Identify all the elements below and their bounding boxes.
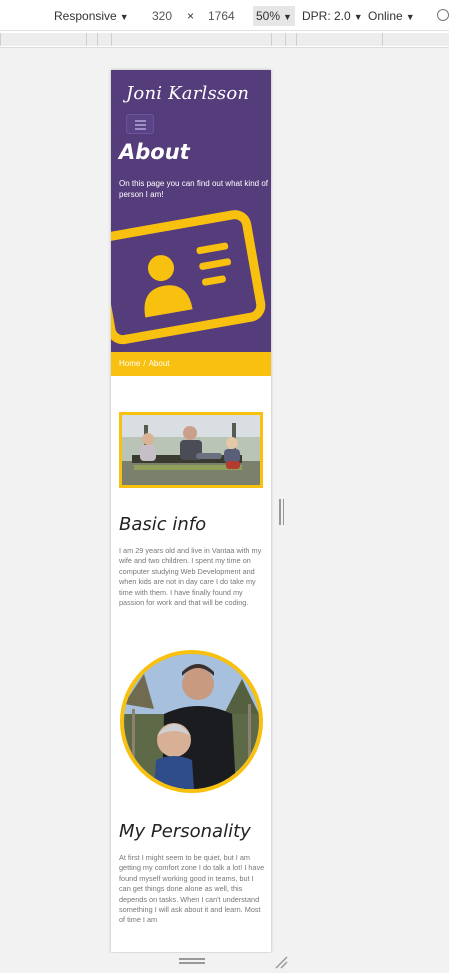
family-photo: [119, 412, 263, 488]
media-query-segment[interactable]: [296, 33, 382, 46]
chevron-down-icon: ▼: [353, 12, 363, 22]
basic-info-heading: Basic info: [119, 514, 207, 535]
media-query-segment[interactable]: [86, 33, 97, 46]
breadcrumb-separator: /: [143, 359, 146, 368]
id-card-icon: [111, 210, 266, 345]
bottom-resize-bar: [0, 953, 449, 973]
dpr-select[interactable]: DPR: 2.0 ▼: [302, 9, 363, 23]
height-input[interactable]: 1764: [208, 9, 235, 23]
media-query-segment[interactable]: [0, 33, 86, 46]
page-intro: On this page you can find out what kind …: [119, 179, 268, 199]
width-input[interactable]: 320: [152, 9, 172, 23]
breadcrumb-current: About: [148, 359, 170, 368]
device-label: Responsive: [54, 9, 117, 23]
media-query-segment[interactable]: [285, 33, 296, 46]
dimension-separator: ×: [187, 9, 195, 23]
portrait-photo: [120, 650, 263, 793]
network-label: Online: [368, 9, 403, 23]
media-query-bar[interactable]: [0, 31, 449, 48]
hero-section: Joni Karlsson About On this page you can…: [111, 70, 271, 352]
media-query-segment[interactable]: [382, 33, 449, 46]
network-select[interactable]: Online ▼: [368, 9, 415, 23]
personality-text: At first I might seem to be quiet, but I…: [119, 853, 265, 925]
device-select[interactable]: Responsive ▼: [54, 9, 129, 23]
bottom-resize-handle[interactable]: [179, 957, 205, 965]
basic-info-text: I am 29 years old and live in Vantaa wit…: [119, 546, 262, 608]
page-title: About: [119, 140, 190, 164]
media-query-segment[interactable]: [271, 33, 285, 46]
zoom-label: 50%: [256, 9, 281, 23]
emulated-viewport: Joni Karlsson About On this page you can…: [111, 70, 271, 952]
dpr-label: DPR: 2.0: [302, 9, 351, 23]
chevron-down-icon: ▼: [119, 12, 129, 22]
block-icon[interactable]: [437, 9, 449, 21]
site-title[interactable]: Joni Karlsson: [126, 83, 249, 104]
devtools-toolbar: Responsive ▼ 320 × 1764 50% ▼ DPR: 2.0 ▼ On…: [0, 0, 449, 31]
chevron-down-icon: ▼: [405, 12, 415, 22]
right-resize-handle[interactable]: [279, 499, 285, 525]
hamburger-menu-icon[interactable]: [126, 114, 154, 134]
corner-resize-handle[interactable]: [274, 955, 288, 969]
breadcrumb: Home / About: [111, 352, 271, 376]
breadcrumb-home-link[interactable]: Home: [119, 359, 140, 368]
zoom-select[interactable]: 50% ▼: [253, 6, 295, 26]
personality-heading: My Personality: [119, 821, 251, 842]
media-query-segment[interactable]: [111, 33, 271, 46]
media-query-segment[interactable]: [97, 33, 111, 46]
chevron-down-icon: ▼: [283, 12, 292, 22]
